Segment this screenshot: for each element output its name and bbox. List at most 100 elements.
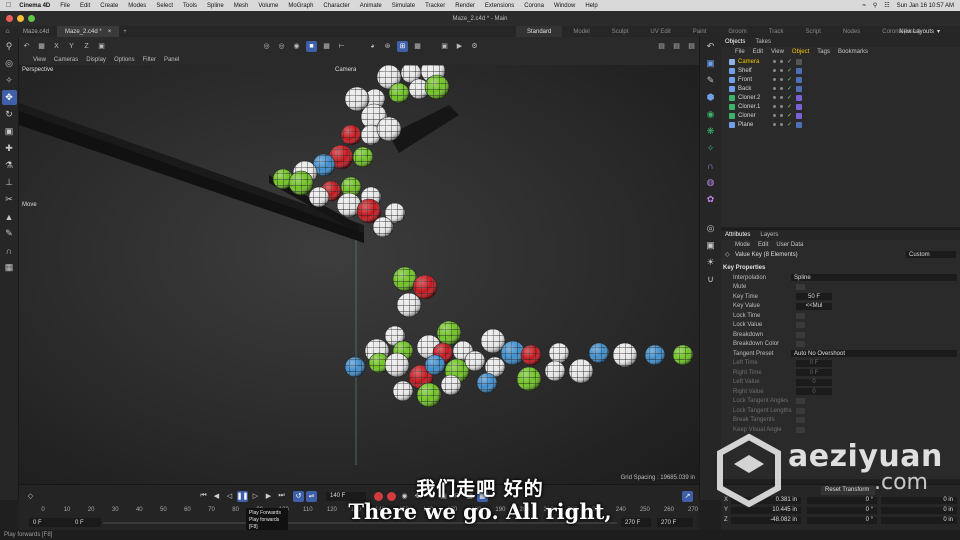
object-visibility-dots[interactable]: ✓ [773, 58, 803, 65]
coordinate-system-icon[interactable]: ▦ [36, 41, 47, 52]
enable-check-icon[interactable]: ✓ [787, 121, 792, 128]
texture-mode-icon[interactable]: ▦ [321, 41, 332, 52]
doc-tab-maze-2[interactable]: Maze_2.c4d * × [57, 26, 120, 37]
enable-axis-icon[interactable]: ◕ [367, 41, 378, 52]
menu-file[interactable]: File [60, 3, 70, 9]
menu-volume[interactable]: Volume [258, 3, 278, 9]
menu-tools[interactable]: Tools [183, 3, 197, 9]
render-view-icon[interactable]: ▶ [454, 41, 465, 52]
enable-check-icon[interactable]: ✓ [787, 103, 792, 110]
objects-menu-view[interactable]: View [771, 49, 784, 55]
undo-icon[interactable]: ↶ [21, 41, 32, 52]
viewport-menu-cameras[interactable]: Cameras [54, 57, 78, 63]
menu-mesh[interactable]: Mesh [234, 3, 249, 9]
objects-menu-edit[interactable]: Edit [753, 49, 763, 55]
polygons-mode-icon[interactable]: ◉ [291, 41, 302, 52]
wifi-icon[interactable]: ≈ [863, 3, 866, 9]
control-center-icon[interactable]: ☷ [884, 2, 889, 9]
object-row-plane[interactable]: Plane ✓ [721, 120, 960, 129]
editor-visibility-dot[interactable] [773, 87, 776, 90]
render-visibility-dot[interactable] [780, 96, 783, 99]
points-mode-icon[interactable]: ◎ [261, 41, 272, 52]
layout-icon-2[interactable]: ▤ [671, 41, 682, 52]
viewport-menu-panel[interactable]: Panel [164, 57, 179, 63]
menu-extensions[interactable]: Extensions [485, 3, 514, 9]
live-selection-icon[interactable]: ◎ [2, 56, 17, 71]
tab-takes[interactable]: Takes [755, 39, 771, 45]
zoom-icon[interactable] [28, 15, 35, 22]
objects-menu-object[interactable]: Object [792, 49, 809, 55]
editor-visibility-dot[interactable] [773, 78, 776, 81]
object-tag-icon[interactable] [796, 103, 803, 110]
preset-dropdown[interactable]: Custom [906, 251, 956, 259]
object-visibility-dots[interactable]: ✓ [773, 94, 803, 101]
object-visibility-dots[interactable]: ✓ [773, 85, 803, 92]
cube-icon[interactable]: ▣ [703, 56, 718, 71]
add-tab-icon[interactable]: + [123, 29, 127, 35]
brush-icon[interactable]: ✎ [2, 226, 17, 241]
key-time-field[interactable]: 50 F [796, 293, 832, 301]
cloner-icon[interactable]: ❋ [703, 124, 718, 139]
key-value-field[interactable]: <<Mul [796, 302, 832, 310]
render-visibility-dot[interactable] [780, 87, 783, 90]
object-tag-icon[interactable] [796, 112, 803, 119]
interpolation-dropdown[interactable]: Spline [791, 274, 957, 282]
rotate-tool-icon[interactable]: ↻ [2, 107, 17, 122]
menu-modes[interactable]: Modes [128, 3, 146, 9]
magnet-icon[interactable]: ∩ [2, 243, 17, 258]
attributes-menu-mode[interactable]: Mode [735, 242, 750, 248]
menu-edit[interactable]: Edit [80, 3, 90, 9]
object-tag-icon[interactable] [796, 121, 803, 128]
object-tag-icon[interactable] [796, 67, 803, 74]
uv-mode-icon[interactable]: ⊢ [336, 41, 347, 52]
doc-tab-maze[interactable]: Maze.c4d [15, 26, 57, 37]
render-region-icon[interactable]: ▣ [439, 41, 450, 52]
lock-value-checkbox[interactable] [796, 322, 805, 329]
object-row-cloner-2[interactable]: Cloner.2 ✓ [721, 93, 960, 102]
layout-tab-uv-edit[interactable]: UV Edit [639, 26, 681, 37]
world-axis-icon[interactable]: ▣ [96, 41, 107, 52]
object-visibility-dots[interactable]: ✓ [773, 67, 803, 74]
zoom-tool-icon[interactable]: ⚲ [2, 39, 17, 54]
render-visibility-dot[interactable] [780, 123, 783, 126]
selection-icon[interactable]: ✧ [2, 73, 17, 88]
object-tag-icon[interactable] [796, 76, 803, 83]
menu-animate[interactable]: Animate [360, 3, 382, 9]
object-visibility-dots[interactable]: ✓ [773, 76, 803, 83]
clock[interactable]: Sun Jan 16 10:57 AM [897, 3, 954, 9]
hair-icon[interactable]: ∪ [703, 272, 718, 287]
objects-menu-bookmarks[interactable]: Bookmarks [838, 49, 868, 55]
layout-tab-paint[interactable]: Paint [682, 26, 718, 37]
layout-icon-1[interactable]: ▤ [656, 41, 667, 52]
app-menu[interactable]: Cinema 4D [19, 3, 50, 9]
lock-tangent-lengths-checkbox[interactable] [796, 407, 805, 414]
attributes-menu-edit[interactable]: Edit [758, 242, 768, 248]
model-mode-icon[interactable]: ■ [306, 40, 317, 52]
layout-tab-sculpt[interactable]: Sculpt [601, 26, 640, 37]
home-icon[interactable]: ⌂ [2, 26, 13, 37]
pen-icon[interactable]: ✎ [703, 73, 718, 88]
workplane-icon[interactable]: ▦ [2, 260, 17, 275]
menu-tracker[interactable]: Tracker [425, 3, 445, 9]
undo-view-icon[interactable]: ↶ [703, 39, 718, 54]
subdivision-icon[interactable]: ⬢ [703, 90, 718, 105]
object-row-cloner-1[interactable]: Cloner.1 ✓ [721, 102, 960, 111]
layout-tab-script[interactable]: Script [795, 26, 832, 37]
object-visibility-dots[interactable]: ✓ [773, 121, 803, 128]
layout-tab-model[interactable]: Model [562, 26, 600, 37]
objects-menu-tags[interactable]: Tags [817, 49, 830, 55]
breakdown-checkbox[interactable] [796, 331, 805, 338]
enable-check-icon[interactable]: ✓ [787, 76, 792, 83]
layout-tab-groom[interactable]: Groom [717, 26, 757, 37]
minimize-icon[interactable] [17, 15, 24, 22]
menu-character[interactable]: Character [323, 3, 349, 9]
edges-mode-icon[interactable]: ◎ [276, 41, 287, 52]
object-row-back[interactable]: Back ✓ [721, 84, 960, 93]
tab-attributes[interactable]: Attributes [725, 232, 750, 238]
editor-visibility-dot[interactable] [773, 69, 776, 72]
z-axis-icon[interactable]: Z [81, 41, 92, 52]
editor-visibility-dot[interactable] [773, 114, 776, 117]
render-visibility-dot[interactable] [780, 78, 783, 81]
left-value-field[interactable]: 0 [796, 378, 832, 386]
left-time-field[interactable]: 0 F [796, 359, 832, 367]
